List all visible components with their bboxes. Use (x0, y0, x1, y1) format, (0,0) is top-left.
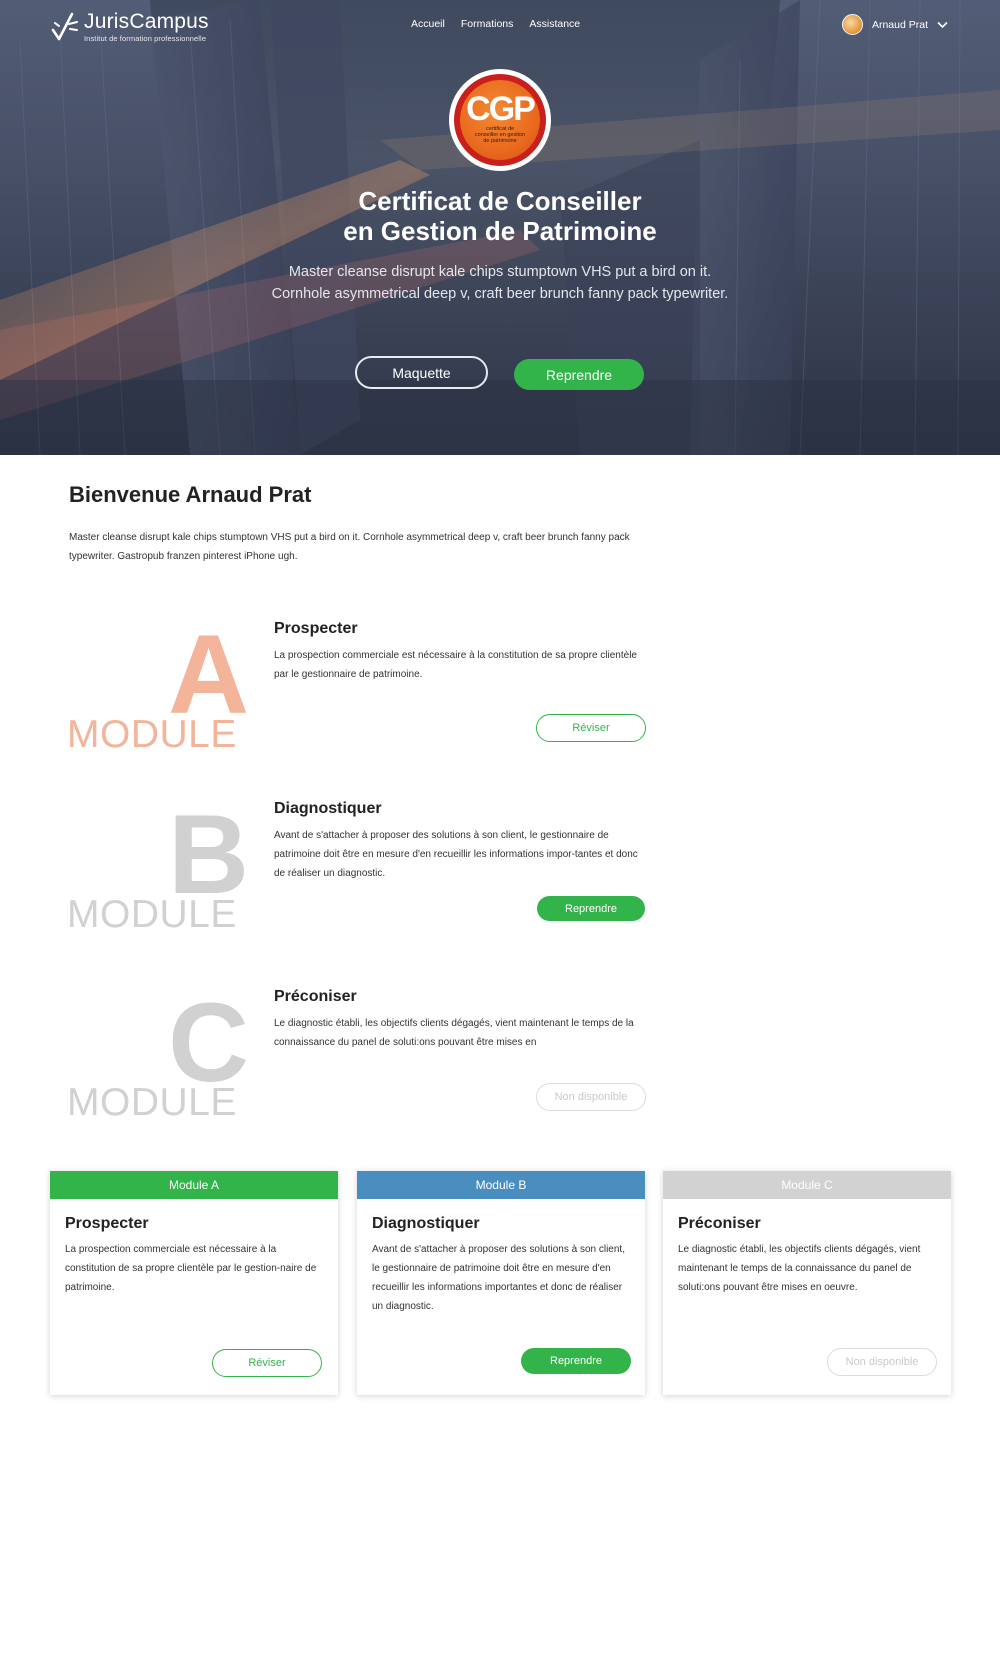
card-a-header: Module A (50, 1171, 338, 1199)
welcome-title: Bienvenue Arnaud Prat (69, 482, 312, 507)
module-b-word: MODULE (67, 893, 237, 936)
module-c-description: Le diagnostic établi, les objectifs clie… (274, 1018, 634, 1048)
hero-title-line1: Certificat de Conseiller (358, 186, 642, 216)
card-c-description: Le diagnostic établi, les objectifs clie… (678, 1244, 921, 1293)
card-b-header: Module B (357, 1171, 645, 1199)
module-c-word: MODULE (67, 1081, 237, 1124)
cgp-badge-logo: CGP certificat de conseiller en gestion … (449, 69, 551, 171)
module-a-word: MODULE (67, 713, 237, 756)
chevron-down-icon (937, 21, 948, 28)
module-card-c: Module C Préconiser Le diagnostic établi… (663, 1171, 951, 1395)
card-c-unavailable-button: Non disponible (827, 1348, 937, 1376)
module-a-letter: A (168, 612, 249, 737)
hero-banner: JurisCampus Institut de formation profes… (0, 0, 1000, 455)
module-b-title: Diagnostiquer (274, 800, 382, 817)
user-menu[interactable]: Arnaud Prat (841, 14, 948, 35)
card-c-header: Module C (663, 1171, 951, 1199)
logo-name: JurisCampus (84, 10, 209, 33)
module-a-title: Prospecter (274, 620, 358, 637)
card-b-title: Diagnostiquer (372, 1215, 480, 1232)
module-b-description: Avant de s'attacher à proposer des solut… (274, 830, 638, 879)
hero-text-line2: Cornhole asymmetrical deep v, craft beer… (271, 286, 729, 302)
module-card-b: Module B Diagnostiquer Avant de s'attach… (357, 1171, 645, 1395)
module-c-graphic: C MODULE (67, 980, 249, 1124)
module-b-graphic: B MODULE (67, 792, 249, 936)
card-c-title: Préconiser (678, 1215, 761, 1232)
main-nav: Accueil Formations Assistance (411, 18, 580, 30)
module-card-a: Module A Prospecter La prospection comme… (50, 1171, 338, 1395)
logo-icon (51, 12, 78, 41)
module-c-title: Préconiser (274, 988, 357, 1005)
card-b-description: Avant de s'attacher à proposer des solut… (372, 1244, 625, 1312)
user-name: Arnaud Prat (871, 18, 928, 31)
badge-subtitle: certificat de conseiller en gestion de p… (474, 126, 526, 144)
nav-link-formations[interactable]: Formations (461, 18, 514, 30)
logo-subtitle: Institut de formation professionnelle (84, 34, 207, 43)
nav-link-accueil[interactable]: Accueil (411, 18, 445, 30)
site-logo[interactable]: JurisCampus Institut de formation profes… (50, 10, 209, 43)
card-a-title: Prospecter (65, 1215, 149, 1232)
maquette-button[interactable]: Maquette (355, 356, 488, 389)
module-a-reviser-button[interactable]: Réviser (536, 714, 646, 742)
badge-title: CGP (466, 90, 536, 128)
hero-reprendre-button[interactable]: Reprendre (514, 359, 644, 390)
nav-link-assistance[interactable]: Assistance (529, 18, 580, 30)
module-c-unavailable-button: Non disponible (536, 1083, 646, 1111)
module-a-graphic: A MODULE (67, 612, 249, 756)
module-a-description: La prospection commerciale est nécessair… (274, 650, 637, 680)
card-a-description: La prospection commerciale est nécessair… (65, 1244, 317, 1293)
hero-title: Certificat de Conseiller en Gestion de P… (0, 186, 1000, 246)
card-b-reprendre-button[interactable]: Reprendre (521, 1348, 631, 1374)
module-b-letter: B (168, 792, 249, 917)
hero-description: Master cleanse disrupt kale chips stumpt… (0, 261, 1000, 305)
avatar (841, 14, 863, 35)
module-c-letter: C (168, 980, 249, 1105)
hero-text-line1: Master cleanse disrupt kale chips stumpt… (288, 264, 712, 280)
welcome-text: Master cleanse disrupt kale chips stumpt… (69, 532, 630, 562)
card-a-reviser-button[interactable]: Réviser (212, 1349, 322, 1377)
hero-title-line2: en Gestion de Patrimoine (343, 216, 657, 246)
module-b-reprendre-button[interactable]: Reprendre (537, 896, 645, 921)
